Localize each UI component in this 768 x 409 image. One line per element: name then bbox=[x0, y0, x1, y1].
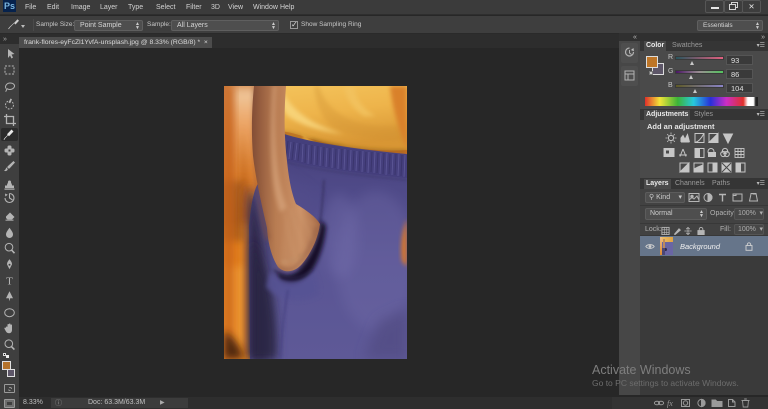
svg-text:fx: fx bbox=[667, 399, 673, 408]
svg-text:T: T bbox=[6, 276, 13, 288]
